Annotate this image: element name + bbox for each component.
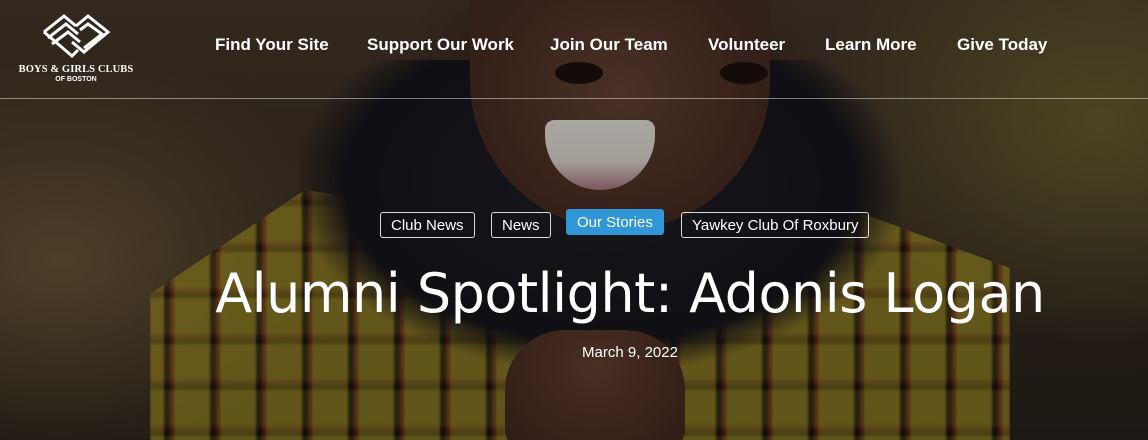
tag-our-stories[interactable]: Our Stories <box>566 209 664 235</box>
nav-join-our-team[interactable]: Join Our Team <box>550 35 668 55</box>
article-title: Alumni Spotlight: Adonis Logan <box>215 262 1045 325</box>
site-logo[interactable]: BOYS & GIRLS CLUBS OF BOSTON <box>10 12 142 86</box>
logo-name: BOYS & GIRLS CLUBS <box>18 64 134 75</box>
category-tags: Club News News Our Stories Yawkey Club O… <box>380 209 980 243</box>
nav-support-our-work[interactable]: Support Our Work <box>367 35 514 55</box>
clubs-logo-icon <box>43 14 111 59</box>
logo-city: OF BOSTON <box>55 76 97 83</box>
nav-give-today[interactable]: Give Today <box>957 35 1047 55</box>
tag-club-news[interactable]: Club News <box>380 212 475 238</box>
nav-find-your-site[interactable]: Find Your Site <box>215 35 329 55</box>
article-date: March 9, 2022 <box>582 344 678 361</box>
nav-learn-more[interactable]: Learn More <box>825 35 917 55</box>
nav-volunteer[interactable]: Volunteer <box>708 35 785 55</box>
tag-news[interactable]: News <box>491 212 551 238</box>
site-header: BOYS & GIRLS CLUBS OF BOSTON Find Your S… <box>0 0 1148 99</box>
tag-yawkey-club-of-roxbury[interactable]: Yawkey Club Of Roxbury <box>681 212 870 238</box>
